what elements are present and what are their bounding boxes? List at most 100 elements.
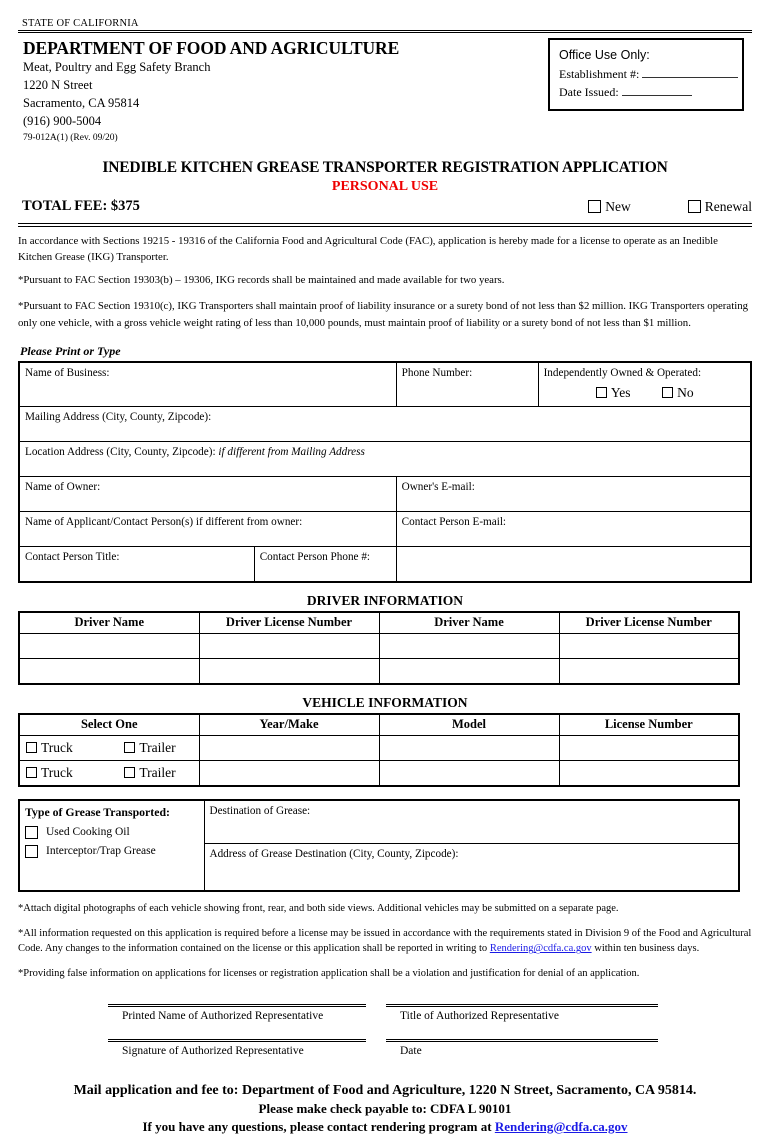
truck-label: Truck <box>41 764 73 780</box>
truck-checkbox-option-1[interactable]: Truck <box>26 740 73 756</box>
table-header-row: Driver Name Driver License Number Driver… <box>18 611 740 634</box>
branch-name: Meat, Poultry and Egg Safety Branch <box>23 60 211 75</box>
yes-label: Yes <box>610 385 631 401</box>
establishment-number-label: Establishment #: <box>559 66 640 81</box>
footnote-photographs: *Attach digital photographs of each vehi… <box>18 902 619 914</box>
independently-owned-label: Independently Owned & Operated: <box>543 367 702 380</box>
column-header-driver-license-2: Driver License Number <box>558 611 740 634</box>
checkbox-icon[interactable] <box>25 844 38 858</box>
used-cooking-oil-option[interactable]: Used Cooking Oil <box>25 825 199 839</box>
license-number-input-2[interactable] <box>558 759 740 787</box>
header-block: DEPARTMENT OF FOOD AND AGRICULTURE Meat,… <box>18 38 752 143</box>
applicant-information-table: Name of Business: Phone Number: Independ… <box>18 361 752 583</box>
interceptor-trap-grease-label: Interceptor/Trap Grease <box>46 845 156 858</box>
contact-person-email-label: Contact Person E-mail: <box>401 515 507 528</box>
checkbox-icon[interactable] <box>595 387 607 399</box>
agency-address-block: DEPARTMENT OF FOOD AND AGRICULTURE Meat,… <box>18 38 399 143</box>
column-header-select-one: Select One <box>18 713 200 736</box>
mailing-address-label: Mailing Address (City, County, Zipcode): <box>25 410 212 423</box>
checkbox-icon[interactable] <box>26 767 37 779</box>
intro-paragraph-3: *Pursuant to FAC Section 19310(c), IKG T… <box>18 300 748 329</box>
driver-license-input-2[interactable] <box>558 632 740 659</box>
date-issued-field[interactable] <box>621 95 692 97</box>
title-divider-rule <box>18 223 752 227</box>
trailer-checkbox-option-2[interactable]: Trailer <box>124 764 176 781</box>
name-of-business-cell[interactable]: Name of Business: <box>18 361 397 407</box>
column-header-year-make: Year/Make <box>198 713 380 736</box>
checkbox-icon[interactable] <box>26 742 37 754</box>
owner-email-cell[interactable]: Owner's E-mail: <box>395 475 752 512</box>
total-fee-label: TOTAL FEE: $375 <box>22 198 140 215</box>
model-input-1[interactable] <box>378 734 560 761</box>
trailer-label: Trailer <box>139 764 176 780</box>
independently-owned-no-option[interactable]: No <box>662 384 694 402</box>
footnote-information-required: *All information requested on this appli… <box>18 926 752 958</box>
footnote-2-text-b: within ten business days. <box>591 943 700 955</box>
checkbox-icon[interactable] <box>588 200 602 214</box>
used-cooking-oil-label: Used Cooking Oil <box>46 826 130 839</box>
model-input-2[interactable] <box>378 759 560 787</box>
year-make-input-1[interactable] <box>198 734 380 761</box>
column-header-driver-license-1: Driver License Number <box>198 611 380 634</box>
year-make-input-2[interactable] <box>198 759 380 787</box>
contact-person-email-cell[interactable]: Contact Person E-mail: <box>395 510 752 547</box>
driver-name-input-3[interactable] <box>18 657 200 685</box>
contact-person-phone-label: Contact Person Phone #: <box>259 550 371 563</box>
mailing-instructions: Mail application and fee to: Department … <box>18 1083 752 1135</box>
vehicle-information-table: Select One Year/Make Model License Numbe… <box>18 712 740 787</box>
vehicle-type-selector-row-2: Truck Trailer <box>18 759 200 787</box>
truck-checkbox-option-2[interactable]: Truck <box>26 765 73 781</box>
state-of-california-line: STATE OF CALIFORNIA <box>22 18 139 29</box>
driver-license-input-1[interactable] <box>198 632 380 659</box>
grease-destination-address-cell[interactable]: Address of Grease Destination (City, Cou… <box>203 842 740 892</box>
grease-type-label: Type of Grease Transported: <box>25 804 170 819</box>
rendering-email-link-footer[interactable]: Rendering@cdfa.ca.gov <box>495 1119 628 1134</box>
contact-person-title-cell[interactable]: Contact Person Title: <box>18 545 255 583</box>
phone-number-cell[interactable]: Phone Number: <box>395 361 539 407</box>
establishment-number-field[interactable] <box>642 76 739 78</box>
independently-owned-yes-option[interactable]: Yes <box>595 384 631 402</box>
checkbox-icon[interactable] <box>687 200 701 214</box>
contact-row-empty-cell <box>396 546 751 582</box>
signature-right-column: Title of Authorized Representative Date <box>386 1003 676 1057</box>
contact-person-phone-cell[interactable]: Contact Person Phone #: <box>253 545 397 583</box>
driver-license-input-4[interactable] <box>558 657 740 685</box>
interceptor-trap-grease-option[interactable]: Interceptor/Trap Grease <box>25 844 199 858</box>
checkbox-icon[interactable] <box>124 767 136 779</box>
form-page: STATE OF CALIFORNIA DEPARTMENT OF FOOD A… <box>0 0 770 1134</box>
license-number-input-1[interactable] <box>558 734 740 761</box>
name-of-owner-cell[interactable]: Name of Owner: <box>18 475 397 512</box>
destination-of-grease-cell[interactable]: Destination of Grease: <box>203 799 740 844</box>
rendering-email-link[interactable]: Rendering@cdfa.ca.gov <box>490 943 592 954</box>
form-subtitle-personal-use: PERSONAL USE <box>331 179 439 195</box>
signature-left-column: Printed Name of Authorized Representativ… <box>108 1003 386 1057</box>
driver-name-input-4[interactable] <box>378 657 560 685</box>
new-checkbox-option[interactable]: New <box>588 199 631 215</box>
questions-text: If you have any questions, please contac… <box>142 1118 495 1134</box>
renewal-checkbox-option[interactable]: Renewal <box>687 199 752 215</box>
city-state-zip: Sacramento, CA 95814 <box>23 95 140 110</box>
grease-destination-address-label: Address of Grease Destination (City, Cou… <box>209 847 459 860</box>
trailer-checkbox-option-1[interactable]: Trailer <box>124 740 176 756</box>
name-of-applicant-cell[interactable]: Name of Applicant/Contact Person(s) if d… <box>18 510 397 547</box>
mailing-address-cell[interactable]: Mailing Address (City, County, Zipcode): <box>18 405 752 442</box>
column-header-model: Model <box>378 713 560 736</box>
checkbox-icon[interactable] <box>124 742 136 754</box>
driver-license-input-3[interactable] <box>198 657 380 685</box>
independently-owned-cell[interactable]: Independently Owned & Operated: Yes No <box>537 361 752 407</box>
table-row: Name of Owner: Owner's E-mail: <box>18 475 752 512</box>
signature-label: Signature of Authorized Representative <box>122 1044 304 1057</box>
location-address-label: Location Address (City, County, Zipcode)… <box>25 445 216 458</box>
location-address-cell[interactable]: Location Address (City, County, Zipcode)… <box>18 440 752 477</box>
table-row: Truck Trailer <box>18 734 740 761</box>
driver-name-input-1[interactable] <box>18 632 200 659</box>
independently-owned-options: Yes No <box>544 384 746 403</box>
column-header-license-number: License Number <box>558 713 740 736</box>
street-address: 1220 N Street <box>23 78 93 93</box>
driver-name-input-2[interactable] <box>378 632 560 659</box>
checkbox-icon[interactable] <box>25 825 38 839</box>
table-row <box>18 632 740 659</box>
table-row: Mailing Address (City, County, Zipcode): <box>18 405 752 442</box>
please-print-or-type-note: Please Print or Type <box>20 344 121 359</box>
checkbox-icon[interactable] <box>662 387 674 399</box>
